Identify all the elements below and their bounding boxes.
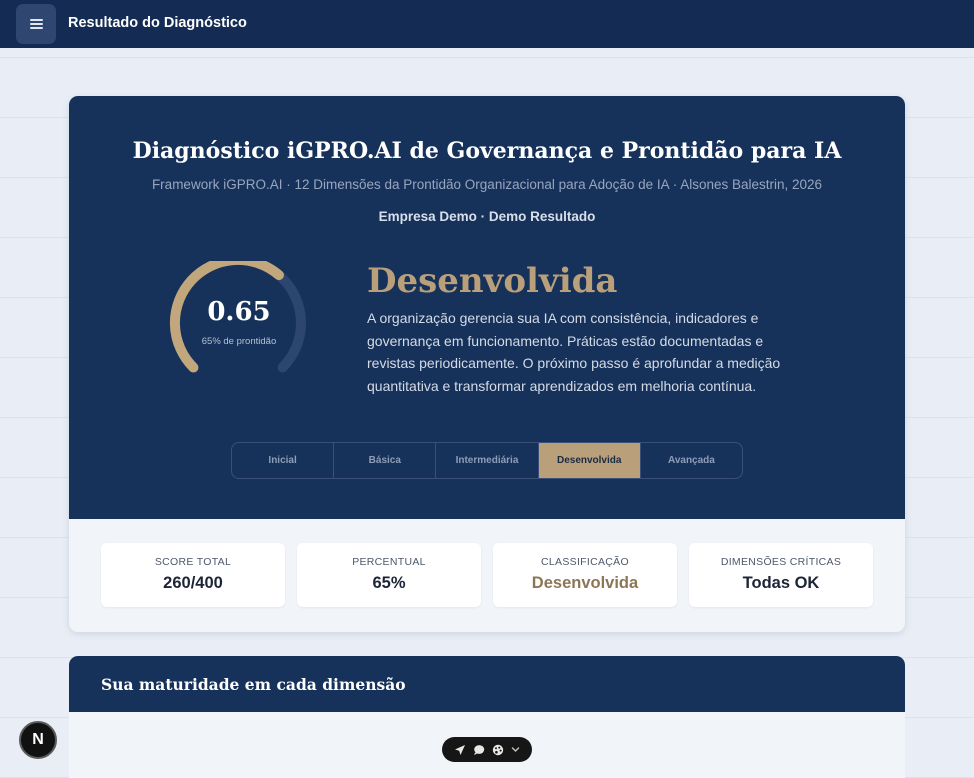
menu-button[interactable] — [16, 4, 56, 44]
stat-value: 260/400 — [163, 574, 223, 592]
maturity-level-name: Desenvolvida — [367, 261, 618, 301]
stat-value: Desenvolvida — [531, 574, 639, 592]
result-hero: Diagnóstico iGPRO.AI de Governança e Pro… — [69, 96, 905, 519]
maturity-level-description: A organização gerencia sua IA com consis… — [367, 310, 781, 394]
stat-value: 65% — [372, 574, 406, 592]
diagnosis-title: Diagnóstico iGPRO.AI de Governança e Pro… — [132, 138, 842, 164]
stat-label: DIMENSÕES CRÍTICAS — [720, 556, 842, 568]
stat-classificacao: CLASSIFICAÇÃO Desenvolvida — [493, 543, 677, 607]
diagnosis-subtitle: Framework iGPRO.AI · 12 Dimensões da Pro… — [151, 177, 823, 192]
summary-stats: SCORE TOTAL 260/400 PERCENTUAL 65% CLASS… — [101, 543, 873, 607]
framework-badge[interactable]: N — [19, 721, 57, 759]
dev-toolbar — [442, 737, 532, 762]
stat-percentual: PERCENTUAL 65% — [297, 543, 481, 607]
page-title: Resultado do Diagnóstico — [68, 15, 247, 31]
hamburger-menu-icon — [29, 19, 43, 29]
gauge-value: 0.65 — [207, 297, 271, 327]
palette-icon[interactable] — [492, 744, 504, 756]
gauge-caption: 65% de prontidão — [201, 336, 277, 347]
stat-dimensoes-criticas: DIMENSÕES CRÍTICAS Todas OK — [689, 543, 873, 607]
diagnosis-result-card: Diagnóstico iGPRO.AI de Governança e Pro… — [69, 96, 905, 632]
readiness-gauge: 0.65 65% de prontidão — [169, 261, 309, 386]
step-inicial[interactable]: Inicial — [232, 443, 335, 478]
step-intermediaria[interactable]: Intermediária — [436, 443, 539, 478]
stat-label: PERCENTUAL — [352, 556, 426, 568]
navigate-arrow-icon[interactable] — [454, 744, 466, 756]
chat-bubble-icon[interactable] — [473, 744, 485, 756]
company-name: Empresa Demo · Demo Resultado — [378, 209, 596, 224]
stat-value: Todas OK — [742, 574, 820, 592]
stat-label: CLASSIFICAÇÃO — [541, 556, 629, 568]
stat-score-total: SCORE TOTAL 260/400 — [101, 543, 285, 607]
step-desenvolvida[interactable]: Desenvolvida — [538, 443, 641, 478]
step-avancada[interactable]: Avançada — [641, 443, 742, 478]
stat-label: SCORE TOTAL — [154, 556, 232, 568]
maturity-stepper: Inicial Básica Intermediária Desenvolvid… — [231, 442, 743, 479]
chevron-down-icon[interactable] — [511, 745, 520, 754]
section-title: Sua maturidade em cada dimensão — [101, 675, 406, 694]
step-basica[interactable]: Básica — [334, 443, 437, 478]
dimension-card-header: Sua maturidade em cada dimensão — [69, 656, 905, 712]
top-bar: Resultado do Diagnóstico — [0, 0, 974, 48]
